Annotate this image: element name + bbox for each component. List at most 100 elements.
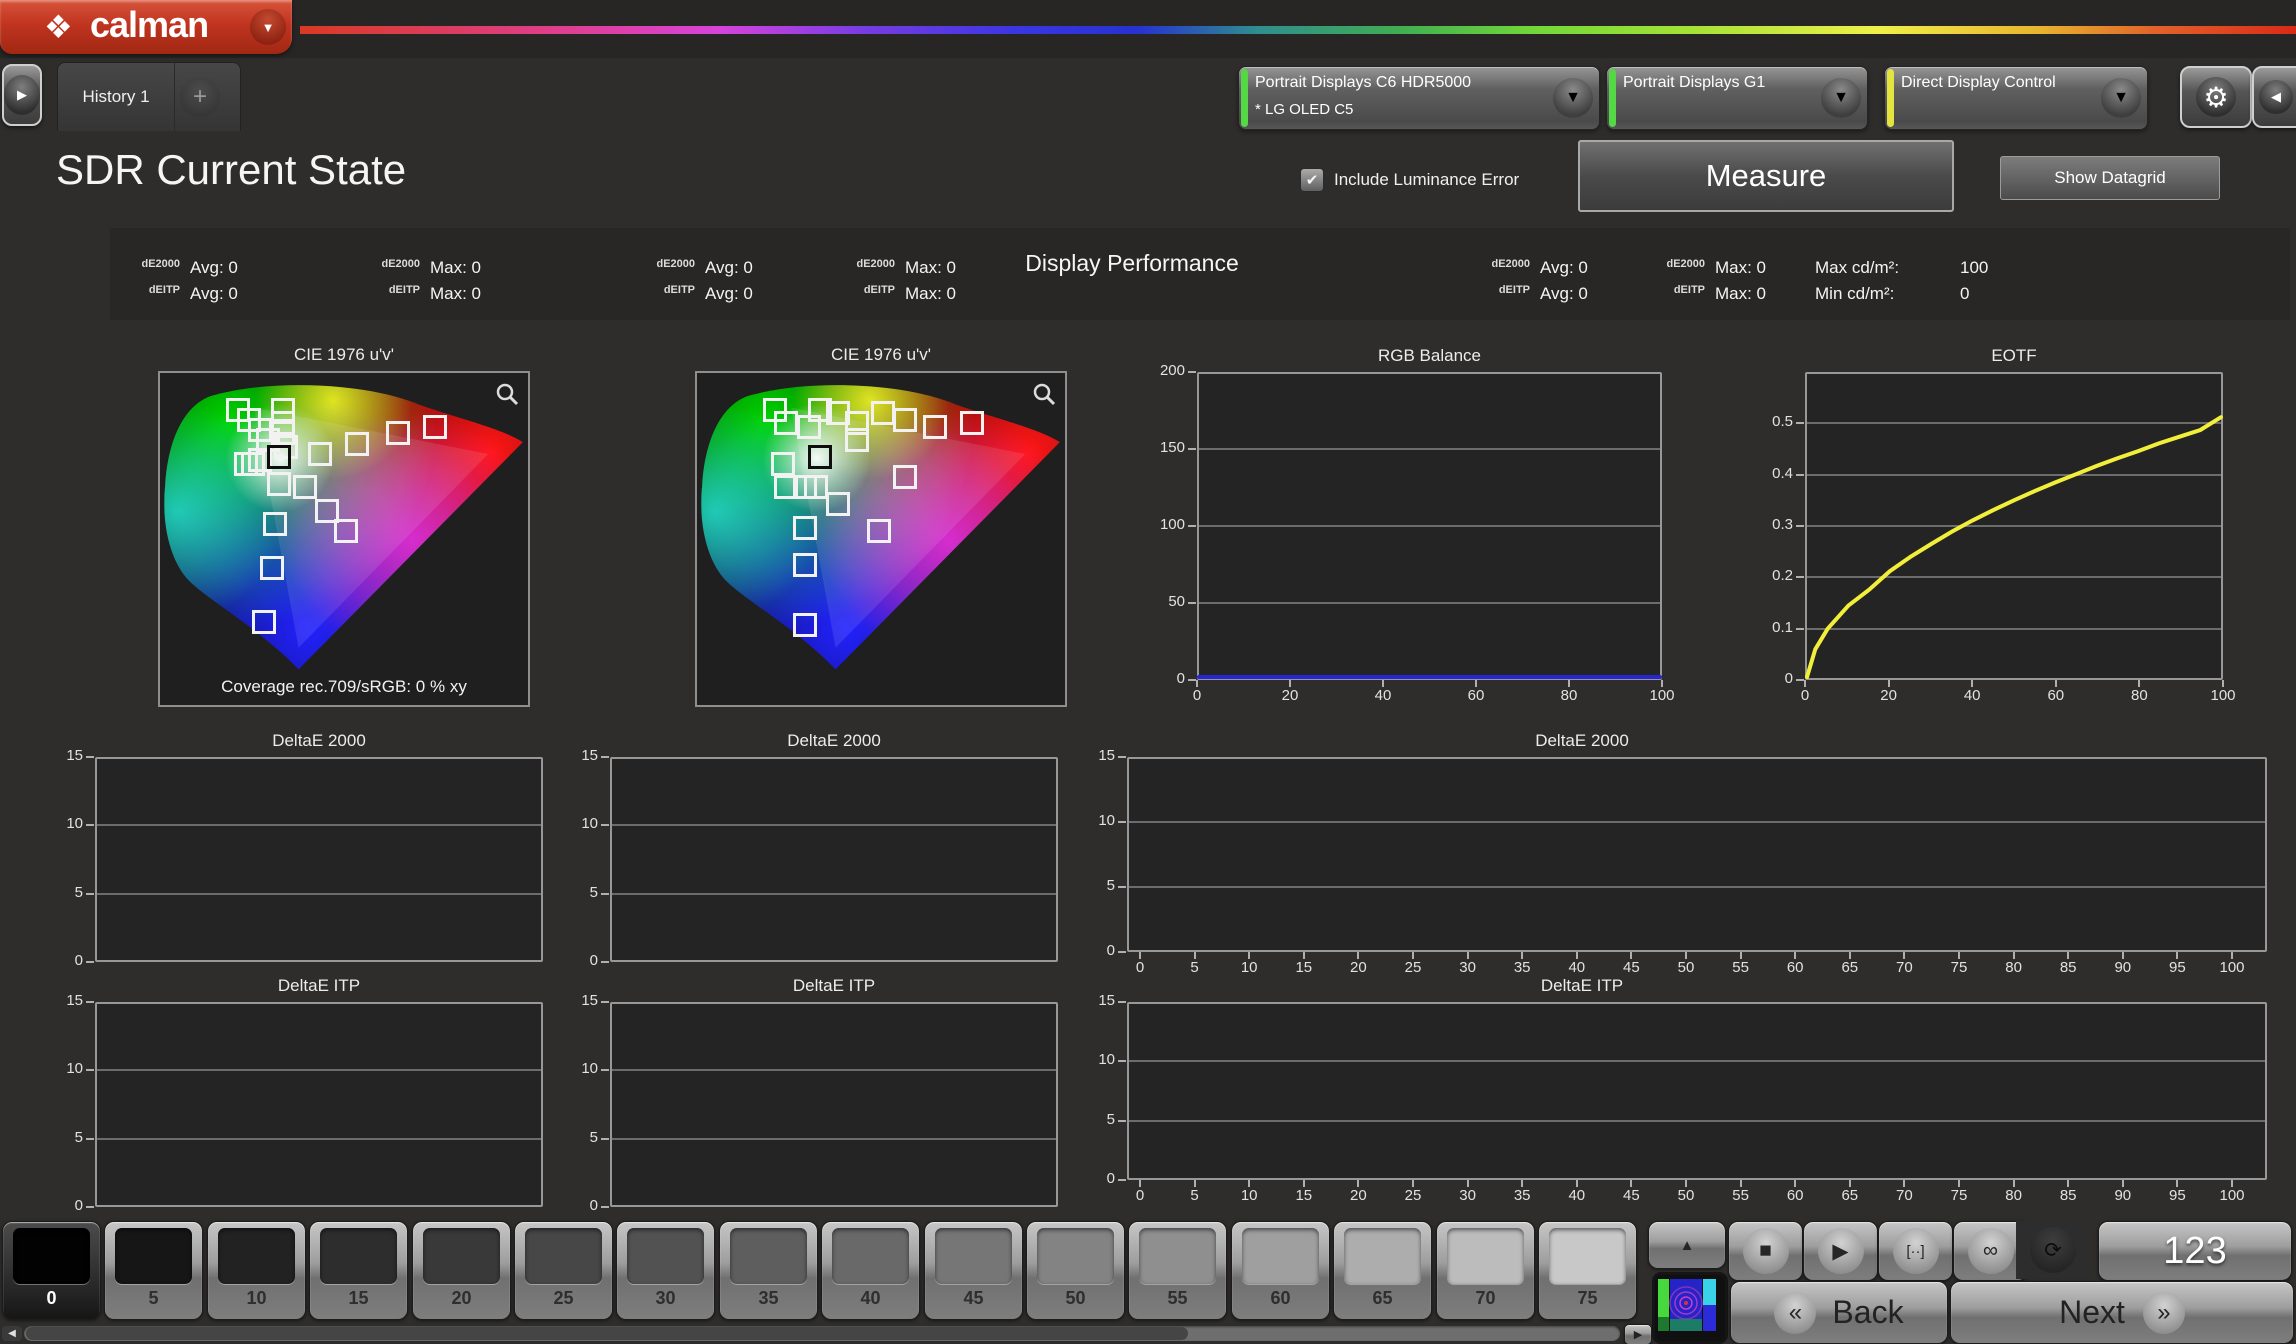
x-tick-mark — [2067, 1180, 2069, 1187]
back-button[interactable]: «Back — [1730, 1281, 1948, 1344]
test-pattern-thumbnail[interactable] — [1652, 1272, 1728, 1344]
next-chevrons-icon: » — [2143, 1292, 2185, 1334]
patch-scrollbar-thumb[interactable] — [26, 1327, 1188, 1340]
patch-scrollbar-track[interactable] — [24, 1326, 1620, 1341]
meter-dropdown-button[interactable]: ▼ — [2101, 78, 2141, 118]
cie-target-square — [867, 519, 891, 543]
patch-15[interactable]: 15 — [309, 1221, 408, 1320]
x-tick-mark — [1630, 1180, 1632, 1187]
y-tick-label: 0.2 — [1739, 567, 1793, 584]
x-tick-label: 45 — [1607, 1187, 1655, 1204]
cie-target-square — [804, 475, 828, 499]
y-tick-label: 10 — [544, 1060, 598, 1077]
patch-label: 25 — [515, 1288, 612, 1309]
patch-0[interactable]: 0 — [2, 1221, 101, 1320]
stat-saturation-sweeps-cell: Max: 0 — [430, 284, 481, 304]
y-tick-mark — [601, 1138, 609, 1140]
y-tick-label: 100 — [1131, 516, 1185, 533]
measure-button[interactable]: Measure — [1578, 140, 1954, 212]
app-logo[interactable]: ❖ calman ▼ — [0, 0, 292, 54]
meter-dropdown-2[interactable]: Portrait Displays G1▼ — [1606, 66, 1868, 130]
x-tick-mark — [2055, 680, 2057, 687]
app-menu-button[interactable]: ▼ — [250, 9, 286, 45]
magnifier-icon[interactable] — [1031, 381, 1057, 412]
chart-title-deitpa: DeltaE ITP — [95, 976, 543, 996]
add-tab-button[interactable]: + — [180, 77, 220, 117]
cie-target-square — [263, 512, 287, 536]
x-tick-label: 95 — [2153, 1187, 2201, 1204]
stop-button[interactable]: ■ — [1728, 1221, 1803, 1281]
include-luminance-checkbox[interactable]: ✔ — [1300, 168, 1324, 192]
patch-10[interactable]: 10 — [207, 1221, 306, 1320]
play-button[interactable]: ▶ — [1803, 1221, 1878, 1281]
y-tick-label: 0.5 — [1739, 413, 1793, 430]
x-tick-label: 0 — [1116, 959, 1164, 976]
meter-dropdown-button[interactable]: ▼ — [1553, 78, 1593, 118]
patch-60[interactable]: 60 — [1231, 1221, 1330, 1320]
patch-25[interactable]: 25 — [514, 1221, 613, 1320]
x-tick-label: 25 — [1389, 1187, 1437, 1204]
measurement-counter: 123 — [2098, 1221, 2292, 1281]
chart-title-de2000a: DeltaE 2000 — [95, 731, 543, 751]
patch-20[interactable]: 20 — [412, 1221, 511, 1320]
patch-swatch — [423, 1228, 500, 1284]
patch-45[interactable]: 45 — [924, 1221, 1023, 1320]
x-tick-label: 100 — [2208, 1187, 2256, 1204]
magnifier-icon[interactable] — [494, 381, 520, 412]
pattern-list-up-button[interactable]: ▲ — [1648, 1221, 1726, 1269]
cie-target-square — [893, 408, 917, 432]
x-tick-mark — [1467, 952, 1469, 959]
x-tick-mark — [2013, 952, 2015, 959]
patch-scroll-left-button[interactable]: ◀ — [2, 1326, 22, 1341]
x-tick-mark — [1382, 680, 1384, 687]
patch-30[interactable]: 30 — [616, 1221, 715, 1320]
collapse-right-button[interactable]: ◀ — [2252, 66, 2296, 128]
y-tick-label: 5 — [29, 884, 83, 901]
patch-5[interactable]: 5 — [104, 1221, 203, 1320]
patch-40[interactable]: 40 — [821, 1221, 920, 1320]
patch-65[interactable]: 65 — [1333, 1221, 1432, 1320]
patch-75[interactable]: 75 — [1538, 1221, 1637, 1320]
stat-grayscale-cell: 0 — [1960, 284, 1969, 304]
y-tick-mark — [601, 961, 609, 963]
patch-55[interactable]: 55 — [1128, 1221, 1227, 1320]
gridline — [1129, 821, 2265, 823]
show-datagrid-button[interactable]: Show Datagrid — [2000, 156, 2220, 200]
meter-status-strip — [1887, 69, 1894, 127]
patch-35[interactable]: 35 — [719, 1221, 818, 1320]
spectrum-strip — [300, 26, 2296, 34]
tab-history-1[interactable]: History 1 — [58, 63, 174, 131]
scroll-right-icon: ▶ — [1634, 1328, 1642, 1341]
settings-button[interactable]: ⚙ — [2180, 66, 2252, 128]
y-tick-mark — [1796, 628, 1804, 630]
meter-dropdown-1[interactable]: Portrait Displays C6 HDR5000* LG OLED C5… — [1238, 66, 1600, 130]
plot-de2000b — [610, 757, 1058, 962]
y-tick-mark — [1796, 422, 1804, 424]
y-tick-label: 15 — [544, 992, 598, 1009]
expand-panel-button[interactable]: ▶ — [2, 64, 42, 126]
x-tick-label: 50 — [1662, 959, 1710, 976]
patch-scroll-right-button[interactable]: ▶ — [1624, 1324, 1652, 1344]
x-tick-mark — [1849, 952, 1851, 959]
x-tick-mark — [2222, 680, 2224, 687]
y-tick-label: 5 — [1061, 1111, 1115, 1128]
range-button[interactable]: [··] — [1878, 1221, 1953, 1281]
x-tick-label: 70 — [1880, 1187, 1928, 1204]
meter-dropdown-3[interactable]: Direct Display Control▼ — [1884, 66, 2148, 130]
x-tick-label: 80 — [1990, 959, 2038, 976]
refresh-button[interactable]: ⟳ — [2016, 1221, 2090, 1279]
x-tick-mark — [1412, 952, 1414, 959]
meter-dropdown-button[interactable]: ▼ — [1821, 78, 1861, 118]
x-tick-label: 15 — [1280, 959, 1328, 976]
patch-50[interactable]: 50 — [1026, 1221, 1125, 1320]
cie-diagram-cie2 — [695, 371, 1067, 707]
x-tick-mark — [1475, 680, 1477, 687]
patch-70[interactable]: 70 — [1436, 1221, 1535, 1320]
next-button[interactable]: Next» — [1950, 1281, 2294, 1344]
stat-colorchecker-cell: dEITP — [625, 284, 695, 296]
x-tick-label: 100 — [2199, 687, 2247, 704]
x-tick-label: 0 — [1173, 687, 1221, 704]
x-tick-label: 35 — [1498, 959, 1546, 976]
y-tick-label: 15 — [1061, 747, 1115, 764]
patch-swatch — [935, 1228, 1012, 1284]
